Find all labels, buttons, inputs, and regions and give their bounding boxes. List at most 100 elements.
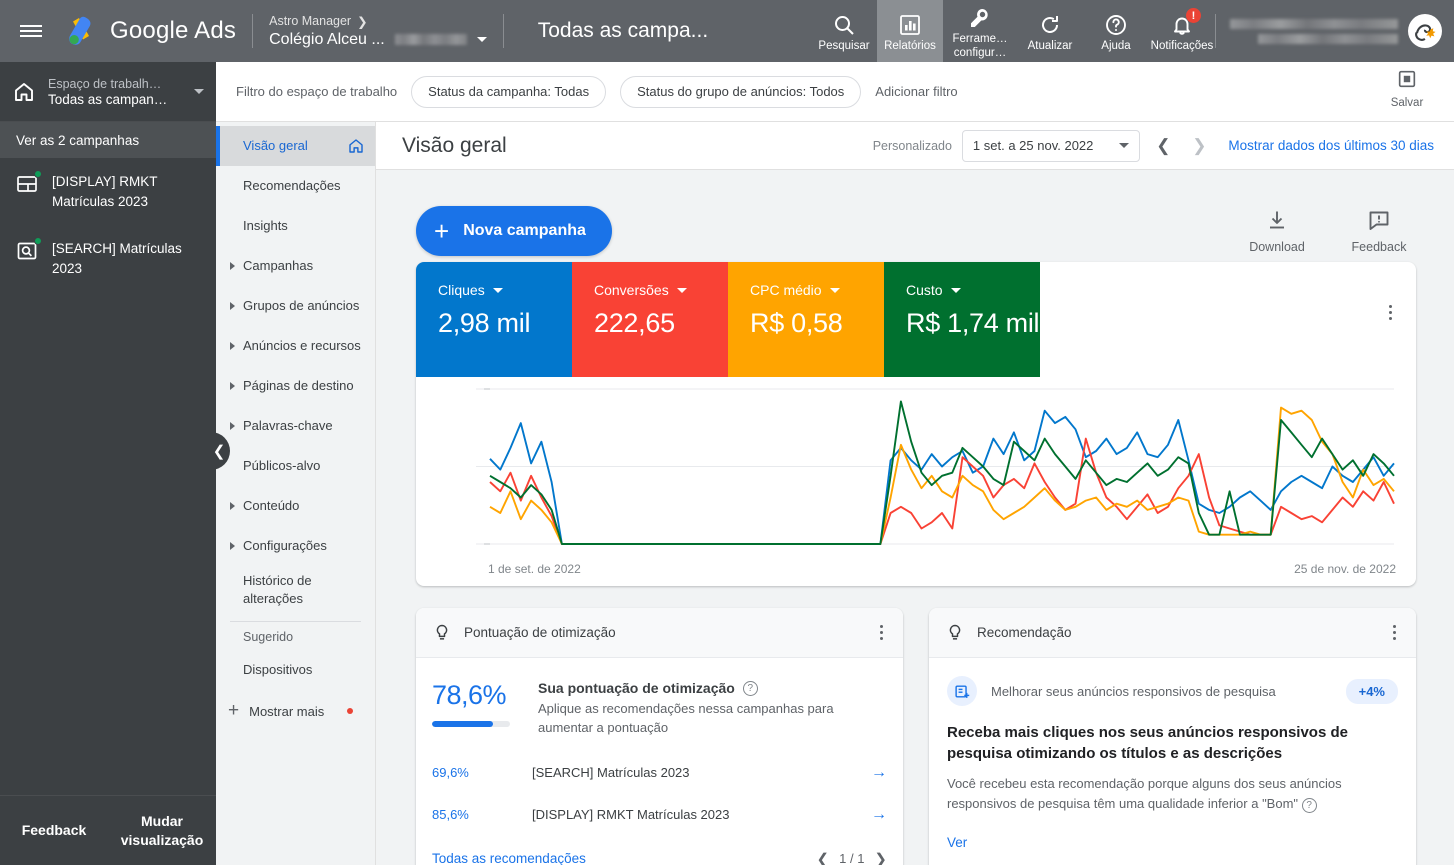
expand-arrow-icon xyxy=(230,502,235,510)
toolbar-reports-button[interactable]: Relatórios xyxy=(877,0,943,62)
feedback-button[interactable]: Feedback xyxy=(1342,208,1416,254)
chevron-down-icon xyxy=(1119,143,1130,148)
performance-chart-card: Cliques 2,98 mil Conversões 222,65 CPC m… xyxy=(416,262,1416,586)
download-icon xyxy=(1270,211,1284,229)
sidebar-campaign-display[interactable]: [DISPLAY] RMKT Matrículas 2023 xyxy=(0,158,216,225)
previous-page-button[interactable]: ❮ xyxy=(817,850,830,865)
see-campaigns-link[interactable]: Ver as 2 campanhas xyxy=(0,122,216,158)
recommendation-heading: Receba mais cliques nos seus anúncios re… xyxy=(947,724,1348,762)
performance-line-chart: 1 de set. de 2022 25 de nov. de 2022 xyxy=(416,377,1416,586)
sidebar-campaign-search[interactable]: [SEARCH] Matrículas 2023 xyxy=(0,225,216,292)
recommendation-view-link[interactable]: Ver xyxy=(947,835,967,850)
page-actions: Download Feedback xyxy=(1240,208,1416,254)
new-campaign-label: Nova campanha xyxy=(463,222,586,239)
next-period-button[interactable]: ❯ xyxy=(1186,133,1212,159)
recommendation-summary-row: Melhorar seus anúncios responsivos de pe… xyxy=(947,676,1398,706)
help-circle-icon[interactable]: ? xyxy=(742,680,758,696)
nav-item-landing-pages[interactable]: Páginas de destino xyxy=(216,366,375,406)
recommendation-card: Recomendação Melhorar seus anúncios resp xyxy=(929,608,1416,865)
nav-item-settings[interactable]: Configurações xyxy=(216,526,375,566)
nav-item-overview[interactable]: Visão geral xyxy=(216,126,375,166)
nav-show-more-label: Mostrar mais xyxy=(249,703,325,719)
scorecard-conversions[interactable]: Conversões 222,65 xyxy=(572,262,728,377)
toolbar-tools-label: Ferrame… configur… xyxy=(952,33,1008,59)
date-preset-label: Personalizado xyxy=(872,138,952,153)
card-options-menu[interactable] xyxy=(1389,621,1400,644)
chevron-left-icon: ❮ xyxy=(212,443,226,460)
filter-chip-campaign-status[interactable]: Status da campanha: Todas xyxy=(411,75,607,108)
nav-item-campaigns[interactable]: Campanhas xyxy=(216,246,375,286)
add-filter-button[interactable]: Adicionar filtro xyxy=(875,84,957,99)
avatar[interactable] xyxy=(1408,14,1442,48)
scorecard-cost[interactable]: Custo R$ 1,74 mil xyxy=(884,262,1040,377)
status-dot-enabled xyxy=(34,170,42,178)
google-ads-logo[interactable]: Google Ads xyxy=(62,0,236,62)
toolbar-notifications-button[interactable]: ! Notificações xyxy=(1149,0,1215,62)
toolbar-search-button[interactable]: Pesquisar xyxy=(811,0,877,62)
campaign-score-row[interactable]: 85,6% [DISPLAY] RMKT Matrículas 2023 → xyxy=(416,794,903,836)
page-tab-title: Todas as campa... xyxy=(537,19,709,42)
chart-svg xyxy=(476,388,1395,545)
all-recommendations-link[interactable]: Todas as recomendações xyxy=(432,851,586,865)
lightbulb-icon xyxy=(949,624,961,640)
campaign-score-list: 69,6% [SEARCH] Matrículas 2023 → 85,6% [… xyxy=(416,752,903,836)
nav-item-ads-assets[interactable]: Anúncios e recursos xyxy=(216,326,375,366)
ad-plus-icon xyxy=(947,676,977,706)
campaign-score-row[interactable]: 69,6% [SEARCH] Matrículas 2023 → xyxy=(416,752,903,794)
nav-item-recommendations[interactable]: Recomendações xyxy=(216,166,375,206)
home-icon xyxy=(349,139,363,153)
optimization-score-card: Pontuação de otimização 78,6% Sua pontua… xyxy=(416,608,903,865)
nav-item-keywords[interactable]: Palavras-chave xyxy=(216,406,375,446)
download-button[interactable]: Download xyxy=(1240,208,1314,254)
previous-period-button[interactable]: ❮ xyxy=(1150,133,1176,159)
workspace-selector[interactable]: Espaço de trabalh… Todas as campan… xyxy=(0,62,216,122)
toolbar-reports-label: Relatórios xyxy=(884,39,936,52)
account-selector[interactable]: Astro Manager ❯ Colégio Alceu ... xyxy=(269,0,487,62)
nav-item-devices[interactable]: Dispositivos xyxy=(216,650,375,690)
wrench-icon xyxy=(971,9,988,28)
filter-chip-adgroup-status[interactable]: Status do grupo de anúncios: Todos xyxy=(620,75,862,108)
chart-x-end-label: 25 de nov. de 2022 xyxy=(1294,562,1396,576)
optimization-score-summary: 78,6% Sua pontuação de otimização ? Apli… xyxy=(416,658,903,738)
nav-item-audiences[interactable]: Públicos-alvo xyxy=(216,446,375,486)
logo-text-ads: Ads xyxy=(194,17,237,44)
scorecard-strip: Cliques 2,98 mil Conversões 222,65 CPC m… xyxy=(416,262,1416,377)
card-options-menu[interactable] xyxy=(876,621,887,644)
nav-item-content[interactable]: Conteúdo xyxy=(216,486,375,526)
divider xyxy=(252,14,254,48)
nav-suggested-label: Sugerido xyxy=(243,630,294,645)
hamburger-menu-icon[interactable] xyxy=(0,0,62,62)
divider xyxy=(502,14,504,48)
nav-show-more-button[interactable]: + Mostrar mais xyxy=(216,690,375,732)
user-account-block[interactable] xyxy=(1215,14,1454,48)
save-button[interactable]: Salvar xyxy=(1374,68,1440,109)
nav-item-insights[interactable]: Insights xyxy=(216,206,375,246)
toolbar-help-button[interactable]: Ajuda xyxy=(1083,0,1149,62)
sidebar-feedback-button[interactable]: Feedback xyxy=(0,821,108,839)
nav-item-change-history[interactable]: Histórico de alterações xyxy=(216,566,375,613)
filter-bar-label: Filtro do espaço de trabalho xyxy=(236,84,398,99)
current-account-name: Colégio Alceu ... xyxy=(269,30,385,48)
campaign-name: [SEARCH] Matrículas 2023 xyxy=(52,241,182,276)
campaign-score-value: 69,6% xyxy=(432,765,469,781)
show-last-30-days-link[interactable]: Mostrar dados dos últimos 30 dias xyxy=(1228,138,1434,153)
date-range-select[interactable]: 1 set. a 25 nov. 2022 xyxy=(961,129,1141,162)
main-body: + Nova campanha Download Feedback Clique… xyxy=(376,170,1454,865)
chevron-down-icon xyxy=(676,287,687,293)
nav-item-ad-groups[interactable]: Grupos de anúncios xyxy=(216,286,375,326)
nav-item-label: Insights xyxy=(243,218,288,234)
sidebar-change-view-button[interactable]: Mudar visualização xyxy=(108,812,216,848)
help-circle-icon[interactable]: ? xyxy=(1301,797,1317,813)
card-title: Recomendação xyxy=(977,625,1072,640)
chart-options-menu[interactable] xyxy=(1378,300,1402,324)
toolbar-tools-settings-button[interactable]: Ferrame… configur… xyxy=(943,0,1017,62)
scorecard-metric-label: CPC médio xyxy=(750,282,822,298)
scorecard-avg-cpc[interactable]: CPC médio R$ 0,58 xyxy=(728,262,884,377)
toolbar-refresh-button[interactable]: Atualizar xyxy=(1017,0,1083,62)
scorecard-clicks[interactable]: Cliques 2,98 mil xyxy=(416,262,572,377)
new-campaign-button[interactable]: + Nova campanha xyxy=(416,206,612,256)
scorecard-metric-label: Conversões xyxy=(594,282,669,298)
save-icon xyxy=(1398,70,1416,88)
card-title: Pontuação de otimização xyxy=(464,625,616,640)
next-page-button[interactable]: ❯ xyxy=(874,850,887,865)
